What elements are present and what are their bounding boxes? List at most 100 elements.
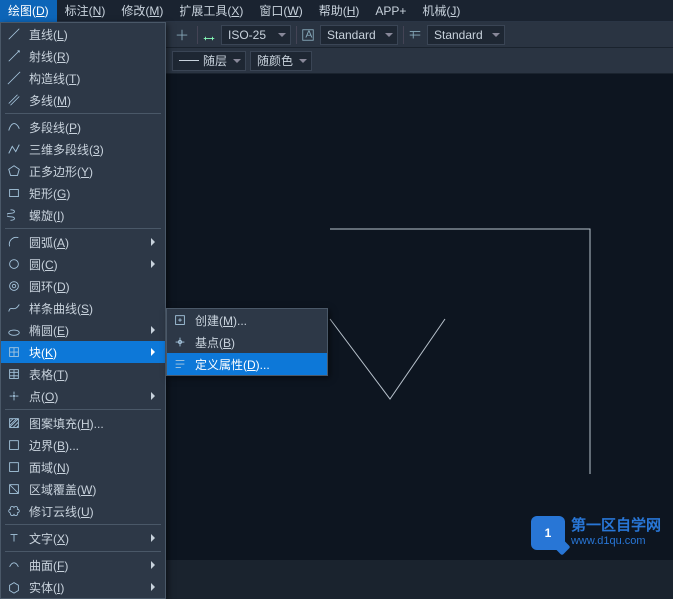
toolbar-button[interactable] <box>171 24 193 46</box>
draw-menu-item-arc[interactable]: 圆弧(A) <box>1 231 165 253</box>
rect-icon <box>5 184 23 202</box>
attdef-icon <box>171 355 189 373</box>
hatch-icon <box>5 414 23 432</box>
text-icon <box>5 529 23 547</box>
3dpoly-icon <box>5 140 23 158</box>
block-submenu: 创建(M)... 基点(B) 定义属性(D)... <box>166 308 328 376</box>
menu-label: 多线(M) <box>29 92 159 109</box>
menu-label: 椭圆(E) <box>29 322 147 339</box>
menu-label: 面域(N) <box>29 459 159 476</box>
menubar-item-M[interactable]: 修改(M) <box>113 0 171 22</box>
tablestyle-select[interactable]: Standard <box>427 25 505 45</box>
draw-menu-item-xline[interactable]: 构造线(T) <box>1 67 165 89</box>
table-style-icon <box>407 27 423 43</box>
submenu-arrow-icon <box>151 260 159 268</box>
watermark: 1 第一区自学网 www.d1qu.com <box>531 516 661 550</box>
draw-menu-item-ray[interactable]: 射线(R) <box>1 45 165 67</box>
draw-menu-item-block[interactable]: 块(K) <box>1 341 165 363</box>
dimstyle-select[interactable]: ISO-25 <box>221 25 291 45</box>
draw-menu-item-spline[interactable]: 样条曲线(S) <box>1 297 165 319</box>
spline-icon <box>5 299 23 317</box>
menu-label: 基点(B) <box>195 334 321 351</box>
block-submenu-item-attdef[interactable]: 定义属性(D)... <box>167 353 327 375</box>
block-icon <box>5 343 23 361</box>
draw-menu-item-hatch[interactable]: 图案填充(H)... <box>1 412 165 434</box>
draw-menu-item-mline[interactable]: 多线(M) <box>1 89 165 111</box>
menubar-item-W[interactable]: 窗口(W) <box>251 0 310 22</box>
line-icon <box>5 25 23 43</box>
draw-menu-item-boundary[interactable]: 边界(B)... <box>1 434 165 456</box>
revcloud-icon <box>5 502 23 520</box>
menu-label: 边界(B)... <box>29 437 159 454</box>
circle-icon <box>5 255 23 273</box>
draw-menu-item-text[interactable]: 文字(X) <box>1 527 165 549</box>
helix-icon <box>5 206 23 224</box>
linetype-select[interactable]: 随层 <box>172 51 246 71</box>
pline-icon <box>5 118 23 136</box>
menubar-item-H[interactable]: 帮助(H) <box>311 0 368 22</box>
block-submenu-item-make[interactable]: 创建(M)... <box>167 309 327 331</box>
menu-label: 定义属性(D)... <box>195 356 321 373</box>
boundary-icon <box>5 436 23 454</box>
wipeout-icon <box>5 480 23 498</box>
draw-menu-item-surface[interactable]: 曲面(F) <box>1 554 165 576</box>
table-icon <box>5 365 23 383</box>
draw-menu-item-revcloud[interactable]: 修订云线(U) <box>1 500 165 522</box>
draw-menu-item-region[interactable]: 面域(N) <box>1 456 165 478</box>
menu-label: 构造线(T) <box>29 70 159 87</box>
watermark-url: www.d1qu.com <box>571 535 661 548</box>
block-submenu-item-base[interactable]: 基点(B) <box>167 331 327 353</box>
draw-menu-item-table[interactable]: 表格(T) <box>1 363 165 385</box>
draw-menu-item-solid[interactable]: 实体(I) <box>1 576 165 598</box>
menu-label: 修订云线(U) <box>29 503 159 520</box>
menu-label: 创建(M)... <box>195 312 321 329</box>
draw-menu-item-wipeout[interactable]: 区域覆盖(W) <box>1 478 165 500</box>
submenu-arrow-icon <box>151 561 159 569</box>
submenu-arrow-icon <box>151 238 159 246</box>
submenu-arrow-icon <box>151 348 159 356</box>
dim-style-icon <box>201 27 217 43</box>
menu-label: 曲面(F) <box>29 557 147 574</box>
surface-icon <box>5 556 23 574</box>
menubar-item-X[interactable]: 扩展工具(X) <box>171 0 251 22</box>
menu-label: 直线(L) <box>29 26 159 43</box>
submenu-arrow-icon <box>151 392 159 400</box>
menu-label: 三维多段线(3) <box>29 141 159 158</box>
watermark-title: 第一区自学网 <box>571 517 661 535</box>
menu-label: 点(O) <box>29 388 147 405</box>
text-style-icon: A <box>300 27 316 43</box>
submenu-arrow-icon <box>151 583 159 591</box>
menu-label: 样条曲线(S) <box>29 300 159 317</box>
menu-label: 螺旋(I) <box>29 207 159 224</box>
donut-icon <box>5 277 23 295</box>
region-icon <box>5 458 23 476</box>
plotstyle-select[interactable]: 随颜色 <box>250 51 312 71</box>
draw-menu-item-line[interactable]: 直线(L) <box>1 23 165 45</box>
textstyle-select[interactable]: Standard <box>320 25 398 45</box>
watermark-badge: 1 <box>531 516 565 550</box>
draw-menu-item-helix[interactable]: 螺旋(I) <box>1 204 165 226</box>
draw-menu-item-ellipse[interactable]: 椭圆(E) <box>1 319 165 341</box>
draw-menu-item-circle[interactable]: 圆(C) <box>1 253 165 275</box>
draw-menu-item-3dpoly[interactable]: 三维多段线(3) <box>1 138 165 160</box>
solid-icon <box>5 578 23 596</box>
draw-menu-item-rect[interactable]: 矩形(G) <box>1 182 165 204</box>
ray-icon <box>5 47 23 65</box>
menubar-item-APP+[interactable]: APP+ <box>367 1 414 21</box>
menu-label: 文字(X) <box>29 530 147 547</box>
svg-text:A: A <box>305 28 312 40</box>
menubar-item-J[interactable]: 机械(J) <box>414 0 468 22</box>
menu-label: 图案填充(H)... <box>29 415 159 432</box>
menu-bar: 绘图(D)标注(N)修改(M)扩展工具(X)窗口(W)帮助(H)APP+机械(J… <box>0 0 673 22</box>
draw-menu-item-point[interactable]: 点(O) <box>1 385 165 407</box>
menu-label: 块(K) <box>29 344 147 361</box>
menubar-item-D[interactable]: 绘图(D) <box>0 0 57 22</box>
draw-menu-item-polygon[interactable]: 正多边形(Y) <box>1 160 165 182</box>
draw-menu-item-pline[interactable]: 多段线(P) <box>1 116 165 138</box>
arc-icon <box>5 233 23 251</box>
xline-icon <box>5 69 23 87</box>
menu-label: 矩形(G) <box>29 185 159 202</box>
menubar-item-N[interactable]: 标注(N) <box>57 0 114 22</box>
draw-menu-item-donut[interactable]: 圆环(D) <box>1 275 165 297</box>
base-icon <box>171 333 189 351</box>
